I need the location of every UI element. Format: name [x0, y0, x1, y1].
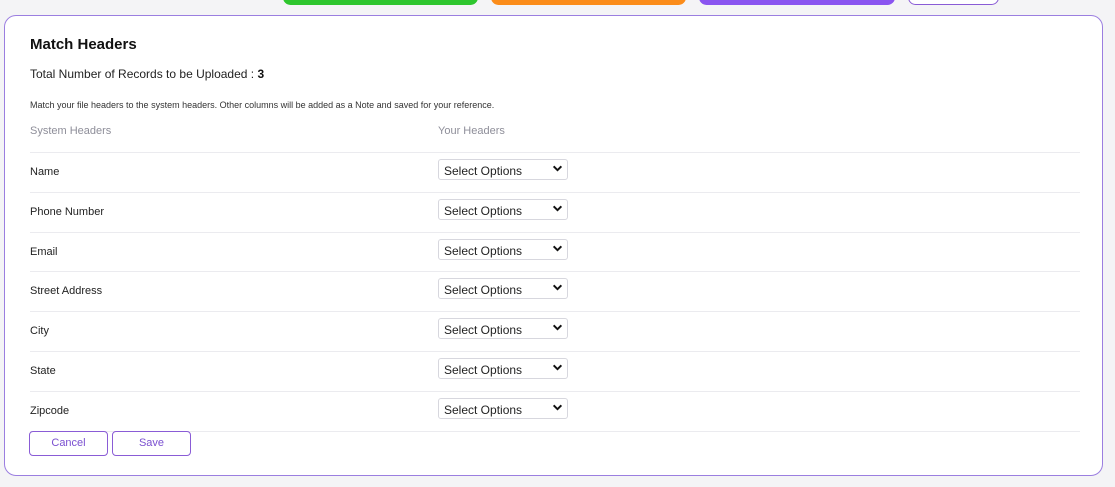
mapping-row-street: Street Address Select Options	[30, 271, 1080, 311]
select-value: Select Options	[444, 243, 523, 258]
header-select-zipcode[interactable]: Select Options	[438, 397, 568, 419]
select-value: Select Options	[444, 323, 523, 338]
mapping-row-name: Name Select Options	[30, 152, 1080, 192]
chevron-down-icon	[552, 364, 563, 371]
step-pill-green[interactable]	[283, 0, 478, 5]
select-value: Select Options	[444, 164, 523, 178]
system-header-label: Phone Number	[30, 205, 104, 218]
header-select-phone[interactable]: Select Options	[438, 198, 568, 220]
header-select-email[interactable]: Select Options	[438, 238, 568, 260]
mapping-row-state: State Select Options	[30, 350, 1080, 391]
header-select-city[interactable]: Select Options	[438, 318, 568, 340]
system-header-label: State	[30, 364, 56, 377]
system-header-label: Name	[30, 166, 60, 178]
page-title: Match Headers	[30, 36, 137, 53]
chevron-down-icon	[552, 324, 563, 331]
step-pill-outline[interactable]	[908, 0, 999, 5]
header-select-name[interactable]: Select Options	[438, 159, 568, 180]
records-count: 3	[257, 67, 265, 81]
header-select-street[interactable]: Select Options	[438, 278, 568, 300]
save-button[interactable]: Save	[112, 431, 191, 456]
mapping-row-zipcode: Zipcode Select Options	[30, 390, 1080, 431]
system-header-label: City	[30, 325, 49, 338]
system-header-label: Email	[30, 245, 58, 258]
chevron-down-icon	[552, 245, 563, 252]
column-header-yours: Your Headers	[438, 125, 505, 137]
select-value: Select Options	[444, 283, 523, 298]
mapping-row-phone: Phone Number Select Options	[30, 191, 1080, 232]
header-mapping-list: Name Select Options Phone Number Select …	[30, 152, 1080, 432]
match-headers-card: Match Headers Total Number of Records to…	[4, 15, 1103, 476]
system-header-label: Zipcode	[30, 404, 70, 417]
system-header-label: Street Address	[30, 285, 103, 298]
select-value: Select Options	[444, 203, 523, 218]
column-header-system: System Headers	[30, 125, 112, 137]
chevron-down-icon	[552, 284, 563, 291]
records-count-line: Total Number of Records to be Uploaded :…	[30, 67, 264, 81]
records-label: Total Number of Records to be Uploaded :	[30, 67, 258, 81]
step-pill-orange[interactable]	[491, 0, 686, 5]
chevron-down-icon	[552, 404, 563, 411]
select-value: Select Options	[444, 402, 523, 417]
cancel-button[interactable]: Cancel	[29, 431, 108, 456]
instructions-note: Match your file headers to the system he…	[30, 100, 495, 110]
chevron-down-icon	[552, 165, 563, 172]
chevron-down-icon	[552, 205, 563, 212]
top-step-bar	[0, 0, 1115, 16]
mapping-row-email: Email Select Options	[30, 231, 1080, 272]
header-select-state[interactable]: Select Options	[438, 357, 568, 379]
select-value: Select Options	[444, 362, 523, 377]
mapping-row-city: City Select Options	[30, 311, 1080, 351]
step-pill-purple[interactable]	[699, 0, 895, 5]
